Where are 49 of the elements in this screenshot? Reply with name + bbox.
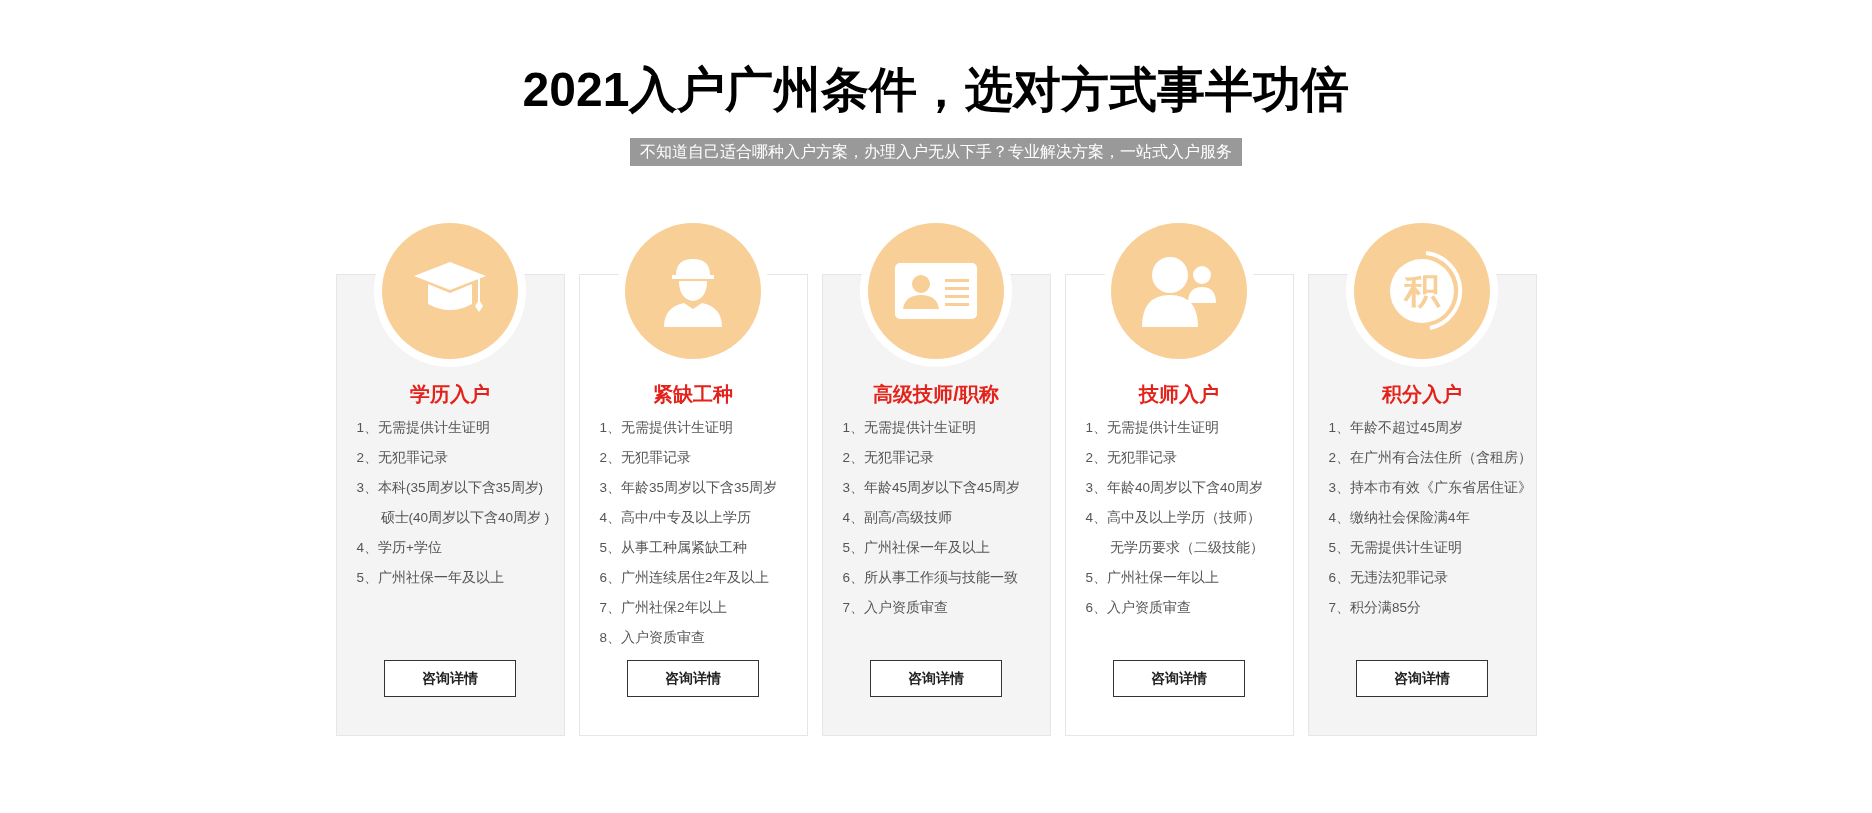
requirement-text: 5、广州社保一年及以上: [356, 569, 505, 587]
requirement-text: 6、无违法犯罪记录: [1328, 569, 1449, 587]
requirement-text: 2、在广州有合法住所（含租房）: [1328, 449, 1532, 467]
requirement-text: 4、副高/高级技师: [842, 509, 953, 527]
requirement-text: 4、高中/中专及以上学历: [599, 509, 752, 527]
requirement-text: 1、无需提供计生证明: [842, 419, 977, 437]
requirement-text: 6、所从事工作须与技能一致: [842, 569, 1019, 587]
card-title: 技师入户: [1139, 382, 1219, 407]
requirement-text: 7、广州社保2年以上: [599, 599, 728, 617]
card-title: 高级技师/职称: [873, 382, 999, 407]
requirement-text: 1、无需提供计生证明: [356, 419, 491, 437]
requirement-text: 5、无需提供计生证明: [1328, 539, 1463, 557]
requirement-text: 2、无犯罪记录: [1085, 449, 1178, 467]
requirement-text: 3、持本市有效《广东省居住证》: [1328, 479, 1532, 497]
consult-button[interactable]: 咨询详情: [384, 660, 516, 697]
requirement-text: 1、无需提供计生证明: [599, 419, 734, 437]
requirement-text: 7、入户资质审查: [842, 599, 949, 617]
requirement-text: 4、缴纳社会保险满4年: [1328, 509, 1471, 527]
requirement-text: 1、年龄不超过45周岁: [1328, 419, 1465, 437]
page-heading: 2021入户广州条件，选对方式事半功倍: [522, 62, 1350, 118]
requirement-text: 5、广州社保一年以上: [1085, 569, 1220, 587]
two-people-icon: [1140, 255, 1218, 327]
requirement-text: 6、入户资质审查: [1085, 599, 1192, 617]
card-title: 积分入户: [1382, 382, 1462, 407]
requirement-text: 6、广州连续居住2年及以上: [599, 569, 770, 587]
requirement-text: 5、广州社保一年及以上: [842, 539, 991, 557]
requirement-text: 无学历要求（二级技能）: [1108, 539, 1265, 557]
consult-button[interactable]: 咨询详情: [1356, 660, 1488, 697]
requirement-text: 1、无需提供计生证明: [1085, 419, 1220, 437]
requirement-text: 4、学历+学位: [356, 539, 443, 557]
consult-button[interactable]: 咨询详情: [627, 660, 759, 697]
requirement-text: 2、无犯罪记录: [599, 449, 692, 467]
requirement-text: 3、年龄35周岁以下含35周岁: [599, 479, 779, 497]
requirement-text: 5、从事工种属紧缺工种: [599, 539, 748, 557]
requirement-text: 2、无犯罪记录: [356, 449, 449, 467]
card-title: 学历入户: [410, 382, 490, 407]
requirement-text: 8、入户资质审查: [599, 629, 706, 647]
requirement-text: 2、无犯罪记录: [842, 449, 935, 467]
consult-button[interactable]: 咨询详情: [1113, 660, 1245, 697]
requirement-text: 7、积分满85分: [1328, 599, 1423, 617]
requirement-text: 3、本科(35周岁以下含35周岁): [356, 479, 545, 497]
requirement-text: 3、年龄45周岁以下含45周岁: [842, 479, 1022, 497]
subtitle-banner: 不知道自己适合哪种入户方案，办理入户无从下手？专业解决方案，一站式入户服务: [630, 138, 1242, 166]
requirement-text: 3、年龄40周岁以下含40周岁: [1085, 479, 1265, 497]
consult-button[interactable]: 咨询详情: [870, 660, 1002, 697]
id-card-icon: [895, 263, 977, 319]
card-title: 紧缺工种: [653, 382, 733, 407]
requirement-text: 4、高中及以上学历（技师）: [1085, 509, 1262, 527]
requirement-text: 硕士(40周岁以下含40周岁 ): [379, 509, 551, 527]
